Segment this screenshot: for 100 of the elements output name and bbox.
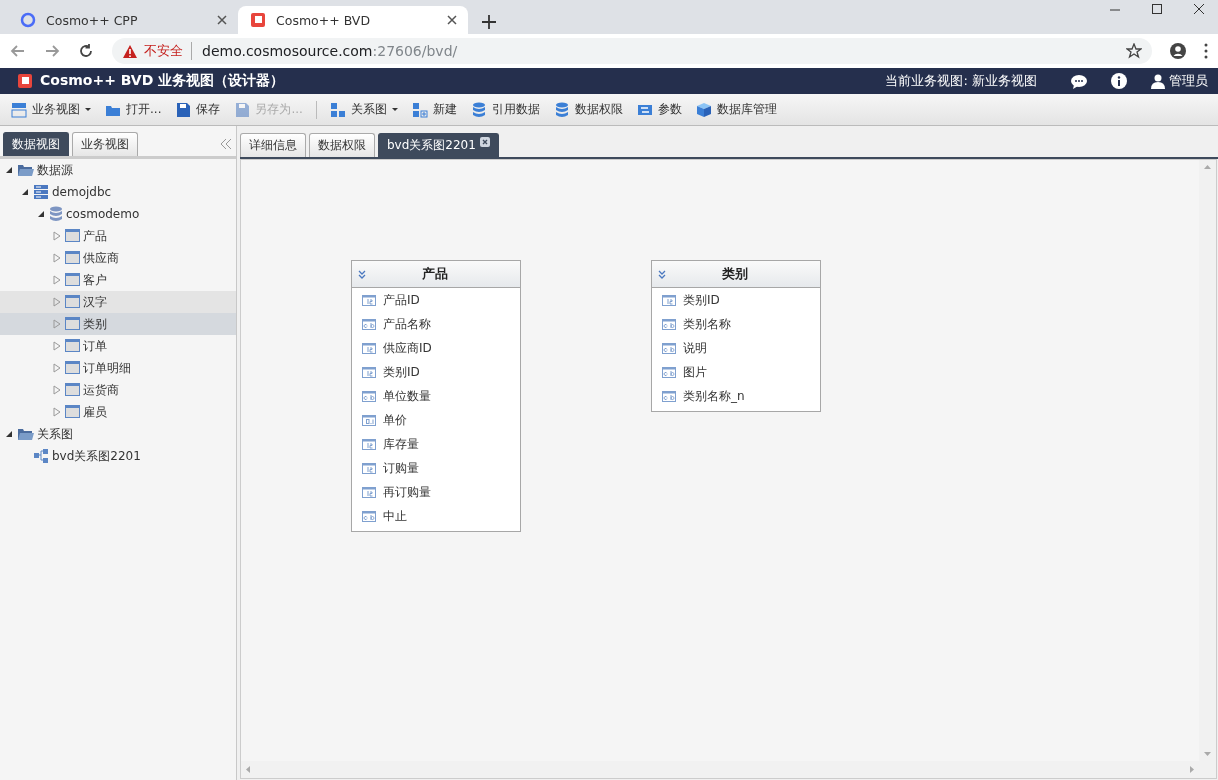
caret-icon xyxy=(391,108,398,111)
toolbar-button[interactable]: 新建 xyxy=(406,98,462,121)
entity-field[interactable]: 库存量 xyxy=(352,432,520,456)
collapsed-triangle-icon[interactable] xyxy=(53,363,61,373)
toolbar-button[interactable]: 业务视图 xyxy=(6,98,96,121)
tree-item[interactable]: 订单明细 xyxy=(0,357,236,379)
database-icon xyxy=(553,101,570,118)
entity-field[interactable]: 产品ID xyxy=(352,288,520,312)
entity-header[interactable]: 类别 xyxy=(652,261,820,288)
entity-field[interactable]: 再订购量 xyxy=(352,480,520,504)
browser-tab[interactable]: Cosmo++ CPP xyxy=(8,6,238,34)
entity-field[interactable]: 单位数量 xyxy=(352,384,520,408)
entity-field[interactable]: 类别名称_n xyxy=(652,384,820,408)
new-tab-icon[interactable] xyxy=(482,15,496,29)
integer-field-icon xyxy=(362,438,376,450)
toolbar-button[interactable]: 引用数据 xyxy=(465,98,545,121)
text-field-icon xyxy=(662,366,676,378)
document-tab[interactable]: 详细信息 xyxy=(240,133,306,157)
tree-item[interactable]: demojdbc xyxy=(0,181,236,203)
scroll-down-icon[interactable] xyxy=(1204,751,1211,757)
menu-icon[interactable] xyxy=(1204,43,1208,59)
back-icon[interactable] xyxy=(10,43,26,59)
collapsed-triangle-icon[interactable] xyxy=(53,385,61,395)
double-chevron-icon[interactable] xyxy=(358,269,366,279)
table-icon xyxy=(65,272,80,288)
document-tab[interactable]: 数据权限 xyxy=(309,133,375,157)
tree-item[interactable]: 类别 xyxy=(0,313,236,335)
close-icon[interactable] xyxy=(216,14,228,26)
expanded-triangle-icon[interactable] xyxy=(37,210,45,218)
cube-icon xyxy=(695,101,712,118)
table-icon xyxy=(65,250,80,266)
entity-field[interactable]: 图片 xyxy=(652,360,820,384)
expanded-triangle-icon[interactable] xyxy=(5,430,13,438)
tab-favicon-icon xyxy=(20,12,36,28)
entity-field[interactable]: 类别名称 xyxy=(652,312,820,336)
panel-tab[interactable]: 数据视图 xyxy=(3,132,69,156)
expanded-triangle-icon[interactable] xyxy=(5,166,13,174)
collapse-icon[interactable] xyxy=(220,138,232,150)
chat-icon[interactable] xyxy=(1071,73,1087,89)
tree-item[interactable]: 雇员 xyxy=(0,401,236,423)
browser-tab[interactable]: Cosmo++ BVD xyxy=(238,6,468,34)
tree-item[interactable]: 订单 xyxy=(0,335,236,357)
toolbar-button[interactable]: 参数 xyxy=(631,98,687,121)
tree-item[interactable]: bvd关系图2201 xyxy=(0,445,236,467)
account-icon[interactable] xyxy=(1170,43,1186,59)
double-chevron-icon[interactable] xyxy=(658,269,666,279)
entity-field[interactable]: 类别ID xyxy=(352,360,520,384)
toolbar-button[interactable]: 数据库管理 xyxy=(690,98,782,121)
close-icon[interactable] xyxy=(446,14,458,26)
collapsed-triangle-icon[interactable] xyxy=(53,275,61,285)
collapsed-triangle-icon[interactable] xyxy=(53,319,61,329)
info-icon[interactable] xyxy=(1111,73,1127,89)
security-warning: 不安全 xyxy=(144,42,192,60)
entity-field[interactable]: 单价 xyxy=(352,408,520,432)
collapsed-triangle-icon[interactable] xyxy=(53,341,61,351)
database-icon xyxy=(470,101,487,118)
entity-field[interactable]: 供应商ID xyxy=(352,336,520,360)
entity-header[interactable]: 产品 xyxy=(352,261,520,288)
scroll-right-icon[interactable] xyxy=(1189,766,1195,773)
tree-item[interactable]: 产品 xyxy=(0,225,236,247)
diagram-icon xyxy=(33,448,49,464)
tree-item[interactable]: 运货商 xyxy=(0,379,236,401)
tree-item[interactable]: 关系图 xyxy=(0,423,236,445)
address-bar[interactable]: 不安全 demo.cosmosource.com:27606/bvd/ xyxy=(112,38,1152,64)
document-tab[interactable]: bvd关系图2201 xyxy=(378,133,499,157)
close-icon[interactable] xyxy=(479,136,490,147)
reload-icon[interactable] xyxy=(78,43,94,59)
toolbar-button[interactable]: 保存 xyxy=(170,98,226,121)
entity-field[interactable]: 类别ID xyxy=(652,288,820,312)
user-name[interactable]: 管理员 xyxy=(1169,72,1208,90)
entity-field[interactable]: 说明 xyxy=(652,336,820,360)
text-field-icon xyxy=(662,342,676,354)
collapsed-triangle-icon[interactable] xyxy=(53,407,61,417)
toolbar-button[interactable]: 关系图 xyxy=(324,98,403,121)
collapsed-triangle-icon[interactable] xyxy=(53,231,61,241)
expanded-triangle-icon[interactable] xyxy=(21,188,29,196)
integer-field-icon xyxy=(362,486,376,498)
toolbar-button[interactable]: 数据权限 xyxy=(548,98,628,121)
star-icon[interactable] xyxy=(1126,43,1142,59)
scroll-left-icon[interactable] xyxy=(245,766,251,773)
vertical-scrollbar[interactable] xyxy=(1199,160,1216,761)
entity-table[interactable]: 产品 产品ID 产品名称 供应商ID 类别ID 单位数量 单价 库存量 订购量 再订购量 中止 xyxy=(351,260,521,532)
collapsed-triangle-icon[interactable] xyxy=(53,297,61,307)
entity-table[interactable]: 类别 类别ID 类别名称 说明 图片 类别名称_n xyxy=(651,260,821,412)
tree-item[interactable]: 供应商 xyxy=(0,247,236,269)
maximize-icon[interactable] xyxy=(1152,4,1162,14)
scroll-up-icon[interactable] xyxy=(1204,164,1211,170)
entity-field[interactable]: 中止 xyxy=(352,504,520,528)
tree-item[interactable]: 客户 xyxy=(0,269,236,291)
toolbar-button[interactable]: 打开... xyxy=(100,98,167,121)
tree-item[interactable]: 汉字 xyxy=(0,291,236,313)
entity-field[interactable]: 产品名称 xyxy=(352,312,520,336)
collapsed-triangle-icon[interactable] xyxy=(53,253,61,263)
entity-field[interactable]: 订购量 xyxy=(352,456,520,480)
tree-item[interactable]: cosmodemo xyxy=(0,203,236,225)
horizontal-scrollbar[interactable] xyxy=(241,761,1199,778)
close-icon[interactable] xyxy=(1194,4,1204,14)
forward-icon[interactable] xyxy=(44,43,60,59)
tree-item[interactable]: 数据源 xyxy=(0,159,236,181)
panel-tab[interactable]: 业务视图 xyxy=(72,132,138,156)
